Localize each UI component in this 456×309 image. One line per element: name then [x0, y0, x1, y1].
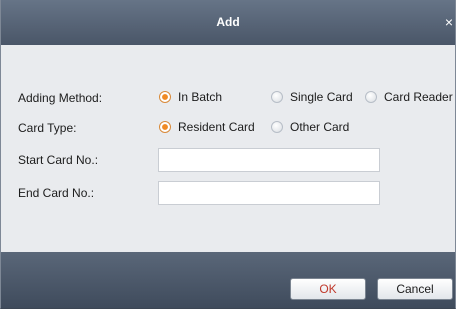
radio-in-batch[interactable]: In Batch: [159, 89, 222, 105]
radio-single-card[interactable]: Single Card: [271, 89, 353, 105]
close-icon[interactable]: ×: [443, 15, 455, 29]
dialog-title: Add: [216, 15, 240, 29]
radio-selected-icon: [159, 121, 171, 133]
ok-button[interactable]: OK: [290, 278, 366, 300]
cancel-button[interactable]: Cancel: [377, 278, 453, 300]
radio-other-card-label: Other Card: [290, 120, 350, 134]
radio-card-reader-label: Card Reader: [384, 90, 453, 104]
radio-in-batch-label: In Batch: [178, 90, 223, 104]
radio-unselected-icon: [365, 91, 377, 103]
radio-other-card[interactable]: Other Card: [271, 119, 349, 135]
radio-unselected-icon: [271, 121, 283, 133]
add-card-dialog: Add × Adding Method: In Batch Single Car…: [0, 0, 456, 309]
dialog-body: Adding Method: In Batch Single Card Card…: [1, 45, 455, 252]
radio-single-card-label: Single Card: [290, 90, 353, 104]
card-type-label: Card Type:: [18, 121, 77, 135]
radio-resident-card[interactable]: Resident Card: [159, 119, 255, 135]
dialog-titlebar: Add ×: [1, 0, 455, 45]
radio-resident-card-label: Resident Card: [178, 120, 255, 134]
radio-card-reader[interactable]: Card Reader: [365, 89, 453, 105]
start-card-input[interactable]: [158, 148, 380, 172]
radio-unselected-icon: [271, 91, 283, 103]
start-card-label: Start Card No.:: [18, 153, 99, 167]
end-card-label: End Card No.:: [18, 186, 95, 200]
dialog-footer: OK Cancel: [1, 252, 455, 308]
adding-method-label: Adding Method:: [18, 91, 103, 105]
end-card-input[interactable]: [158, 181, 380, 205]
radio-selected-icon: [159, 91, 171, 103]
